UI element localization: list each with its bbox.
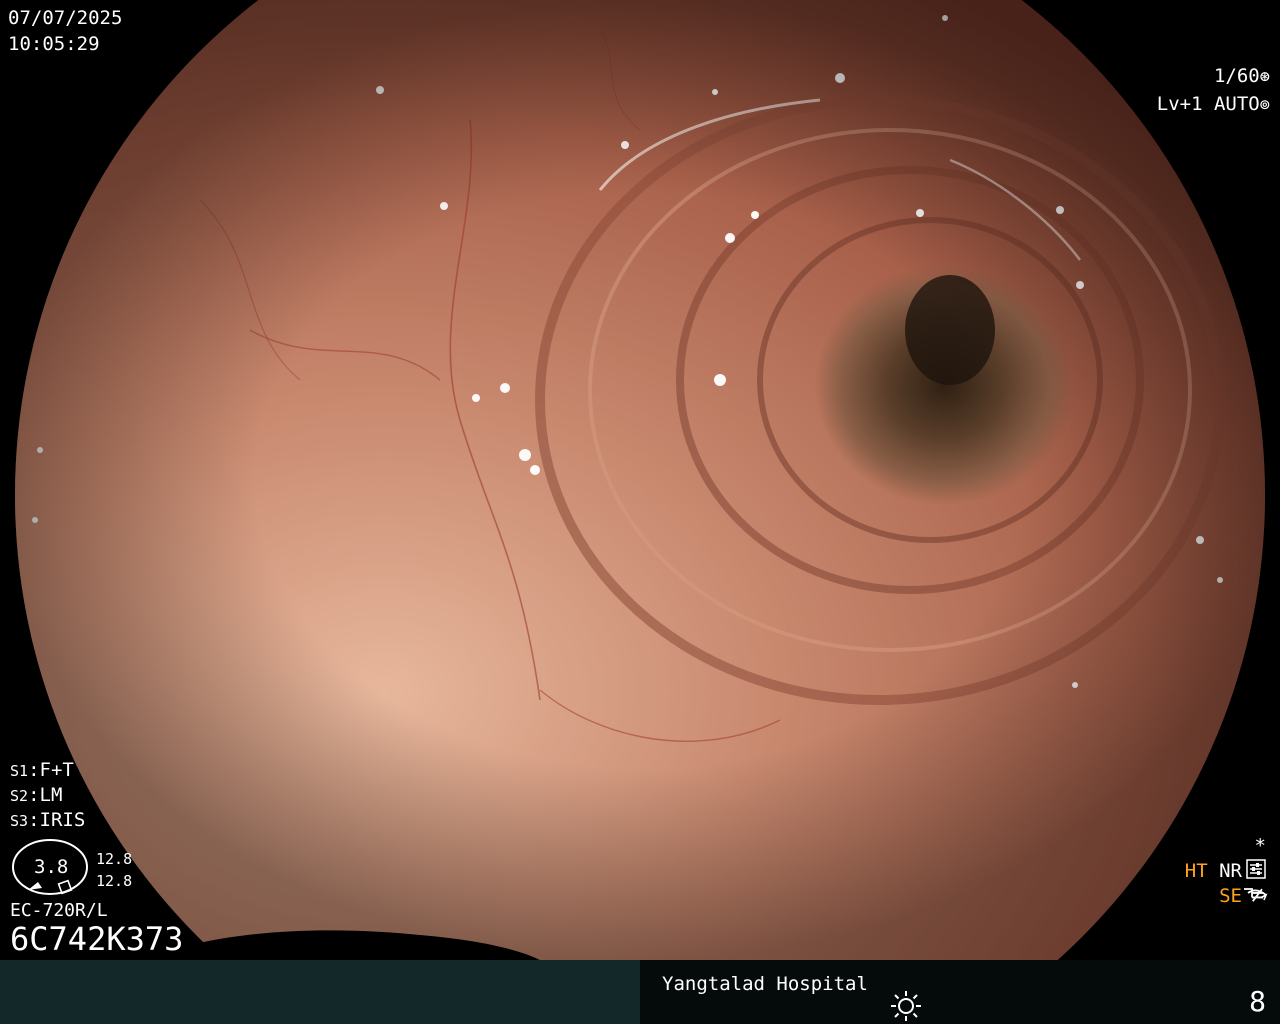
switch-2: S2:LM	[10, 784, 63, 806]
switch-3-key: S3	[10, 812, 29, 830]
bottom-bar-right: Yangtalad Hospital 8	[640, 960, 1280, 1024]
not-equal-icon: ≠	[1250, 883, 1264, 908]
level-value: Lv+1	[1156, 93, 1203, 115]
switch-1: S1:F+T	[10, 759, 74, 781]
image-count: 8	[1249, 985, 1266, 1018]
switch-2-key: S2	[10, 787, 29, 805]
switch-3: S3:IRIS	[10, 809, 86, 831]
star-mark: *	[1254, 835, 1266, 857]
se-mode: SE	[1219, 885, 1242, 907]
switch-3-value: IRIS	[39, 809, 86, 831]
sun-icon	[891, 991, 921, 1021]
time-display: 10:05:29	[8, 33, 100, 55]
exposure-mode: AUTO	[1213, 93, 1260, 115]
zoom-gauge-lower: 12.8	[96, 872, 133, 890]
iris-icon: ⊚	[1259, 95, 1270, 115]
exposure-readout: Lv+1 AUTO⊚	[1134, 68, 1270, 117]
zoom-gauge-upper: 12.8	[96, 850, 133, 868]
hospital-name: Yangtalad Hospital	[662, 973, 868, 995]
date-display: 07/07/2025	[8, 7, 123, 29]
scope-serial: 6C742K373	[10, 920, 184, 958]
switch-1-key: S1	[10, 762, 29, 780]
zoom-gauge-center: 3.8	[34, 856, 69, 878]
switch-1-value: F+T	[39, 759, 74, 781]
bottom-bar-left	[0, 960, 640, 1024]
endoscopy-image	[0, 0, 1280, 960]
mucosa-view	[15, 0, 1265, 960]
switch-2-value: LM	[39, 784, 63, 806]
